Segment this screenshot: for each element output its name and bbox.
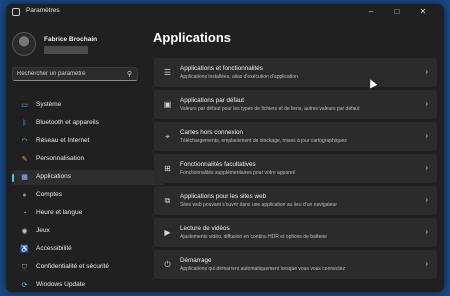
row-title: Applications et fonctionnalités xyxy=(180,65,263,72)
row-subtitle: Fonctionnalités supplémentaires pour vot… xyxy=(180,170,295,176)
features-icon: ⊞ xyxy=(164,164,171,173)
row-title: Cartes hors connexion xyxy=(180,129,244,136)
sidebar-item-jeux[interactable]: ◉ Jeux xyxy=(12,224,165,239)
gamepad-icon: ◉ xyxy=(21,228,28,235)
row-subtitle: Applications installées, alias d'exécuti… xyxy=(180,74,298,80)
user-email-redacted xyxy=(44,46,88,54)
sidebar-item-label: Personnalisation xyxy=(36,155,85,162)
shield-icon: ⛉ xyxy=(21,264,28,271)
window-title: Paramètres xyxy=(26,7,60,14)
video-icon: ▶ xyxy=(164,228,171,237)
sidebar-item-label: Confidentialité et sécurité xyxy=(36,263,109,270)
apps-list-icon: ☰ xyxy=(163,68,172,77)
wifi-icon: ◠ xyxy=(21,138,28,145)
sidebar-item-label: Système xyxy=(36,101,62,108)
minimize-button[interactable]: – xyxy=(358,4,384,20)
settings-row[interactable]: ▣ Applications par défaut Valeurs par défa… xyxy=(154,90,437,119)
main-content: Applications ☰ Applications et fonctionna… xyxy=(149,20,444,292)
sidebar-item-accessibilité[interactable]: ♿ Accessibilité xyxy=(12,242,165,257)
monitor-icon: ▭ xyxy=(21,102,28,109)
sidebar-item-label: Jeux xyxy=(36,227,50,234)
sidebar-item-réseau-et-internet[interactable]: ◠ Réseau et Internet xyxy=(12,134,165,149)
accessibility-icon: ♿ xyxy=(20,246,29,253)
avatar[interactable] xyxy=(12,32,36,56)
chevron-right-icon: › xyxy=(425,259,428,268)
sidebar-item-label: Heure et langue xyxy=(36,209,83,216)
web-apps-icon: ⧉ xyxy=(164,196,171,205)
sidebar: Fabrice Brochain ⚲ ▭ Système ᛒ Bluetooth et… xyxy=(6,20,166,292)
globe-clock-icon: ◔ xyxy=(22,210,27,217)
sidebar-item-label: Réseau et Internet xyxy=(36,137,90,144)
chevron-right-icon: › xyxy=(425,131,428,140)
sidebar-item-confidentialité-et-sécurité[interactable]: ⛉ Confidentialité et sécurité xyxy=(12,260,165,275)
chevron-right-icon: › xyxy=(425,99,428,108)
search-icon[interactable]: ⚲ xyxy=(127,70,132,78)
close-button[interactable]: ✕ xyxy=(410,4,436,20)
sidebar-item-bluetooth-et-appareils[interactable]: ᛒ Bluetooth et appareils xyxy=(12,116,165,131)
settings-row[interactable]: ⊞ Fonctionnalités facultatives Fonctionnal… xyxy=(154,154,437,183)
user-name: Fabrice Brochain xyxy=(44,36,98,43)
sidebar-item-système[interactable]: ▭ Système xyxy=(12,98,165,113)
sidebar-item-applications[interactable]: ▦ Applications xyxy=(12,170,165,185)
search-box[interactable]: ⚲ xyxy=(12,67,138,81)
map-icon: ⌖ xyxy=(165,132,170,141)
title-bar: Paramètres – □ ✕ xyxy=(6,4,444,20)
search-input[interactable] xyxy=(17,69,117,79)
chevron-right-icon: › xyxy=(425,67,428,76)
chevron-right-icon: › xyxy=(425,195,428,204)
row-title: Fonctionnalités facultatives xyxy=(180,161,256,168)
sidebar-item-windows-update[interactable]: ⟳ Windows Update xyxy=(12,278,165,292)
brush-icon: ✎ xyxy=(21,156,28,163)
settings-row[interactable]: ☰ Applications et fonctionnalités Applicat… xyxy=(154,58,437,87)
sidebar-item-label: Accessibilité xyxy=(36,245,72,252)
sidebar-item-comptes[interactable]: ● Comptes xyxy=(12,188,165,203)
page-title: Applications xyxy=(153,30,232,45)
settings-row[interactable]: ⧉ Applications pour les sites web Sites we… xyxy=(154,186,437,215)
active-indicator xyxy=(12,174,14,182)
settings-window: Paramètres – □ ✕ Fabrice Brochain ⚲ ▭ Sys… xyxy=(6,4,444,292)
sidebar-item-label: Windows Update xyxy=(36,281,86,288)
bluetooth-icon: ᛒ xyxy=(22,120,27,127)
row-title: Démarrage xyxy=(180,257,212,264)
maximize-button[interactable]: □ xyxy=(384,4,410,20)
apps-icon: ▦ xyxy=(21,174,28,181)
settings-row[interactable]: ⏻ Démarrage Applications qui démarrent aut… xyxy=(154,250,437,279)
startup-icon: ⏻ xyxy=(164,260,171,269)
row-subtitle: Applications qui démarrent automatiqueme… xyxy=(180,266,346,272)
row-subtitle: Sites web pouvant s'ouvrir dans une appl… xyxy=(180,202,338,208)
person-icon: ● xyxy=(22,192,27,199)
row-subtitle: Ajustements vidéo, diffusion en continu … xyxy=(180,234,327,240)
sidebar-item-label: Applications xyxy=(36,173,72,180)
sidebar-item-label: Bluetooth et appareils xyxy=(36,119,99,126)
sidebar-item-heure-et-langue[interactable]: ◔ Heure et langue xyxy=(12,206,165,221)
sidebar-item-personnalisation[interactable]: ✎ Personnalisation xyxy=(12,152,165,167)
chevron-right-icon: › xyxy=(425,163,428,172)
row-title: Applications pour les sites web xyxy=(180,193,267,200)
row-title: Applications par défaut xyxy=(180,97,245,104)
row-subtitle: Téléchargements, emplacement de stockage… xyxy=(180,138,347,144)
row-title: Lecture de vidéos xyxy=(180,225,230,232)
settings-app-icon xyxy=(12,8,20,16)
default-apps-icon: ▣ xyxy=(163,100,172,109)
settings-row[interactable]: ▶ Lecture de vidéos Ajustements vidéo, dif… xyxy=(154,218,437,247)
chevron-right-icon: › xyxy=(425,227,428,236)
update-icon: ⟳ xyxy=(21,282,28,289)
sidebar-item-label: Comptes xyxy=(36,191,63,198)
settings-row[interactable]: ⌖ Cartes hors connexion Téléchargements, e… xyxy=(154,122,437,151)
row-subtitle: Valeurs par défaut pour les types de fic… xyxy=(180,106,360,112)
